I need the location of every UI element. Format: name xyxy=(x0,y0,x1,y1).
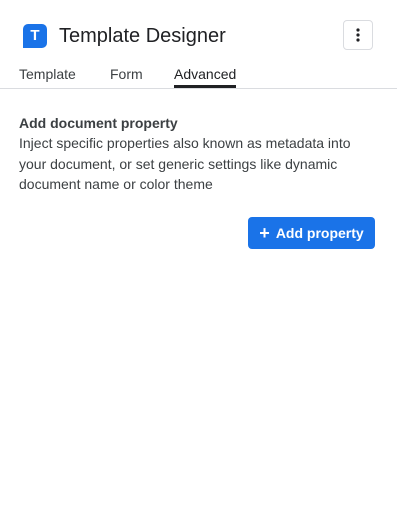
add-property-label: Add property xyxy=(275,225,364,241)
app-logo-icon: T xyxy=(23,24,47,48)
more-vertical-icon xyxy=(356,28,360,42)
header: T Template Designer xyxy=(0,0,397,64)
more-options-button[interactable] xyxy=(343,20,373,50)
add-property-button[interactable]: + Add property xyxy=(248,217,375,249)
section-title: Add document property xyxy=(19,115,178,131)
page-title: Template Designer xyxy=(59,25,226,47)
section-description: Inject specific properties also known as… xyxy=(19,135,351,192)
tab-bar: Template Form Advanced xyxy=(0,60,397,89)
plus-icon: + xyxy=(259,223,270,243)
tab-advanced[interactable]: Advanced xyxy=(174,65,237,88)
tab-form[interactable]: Form xyxy=(110,65,143,83)
tab-template[interactable]: Template xyxy=(19,65,76,83)
advanced-panel: T Template Designer Template Form Advanc… xyxy=(0,0,397,514)
